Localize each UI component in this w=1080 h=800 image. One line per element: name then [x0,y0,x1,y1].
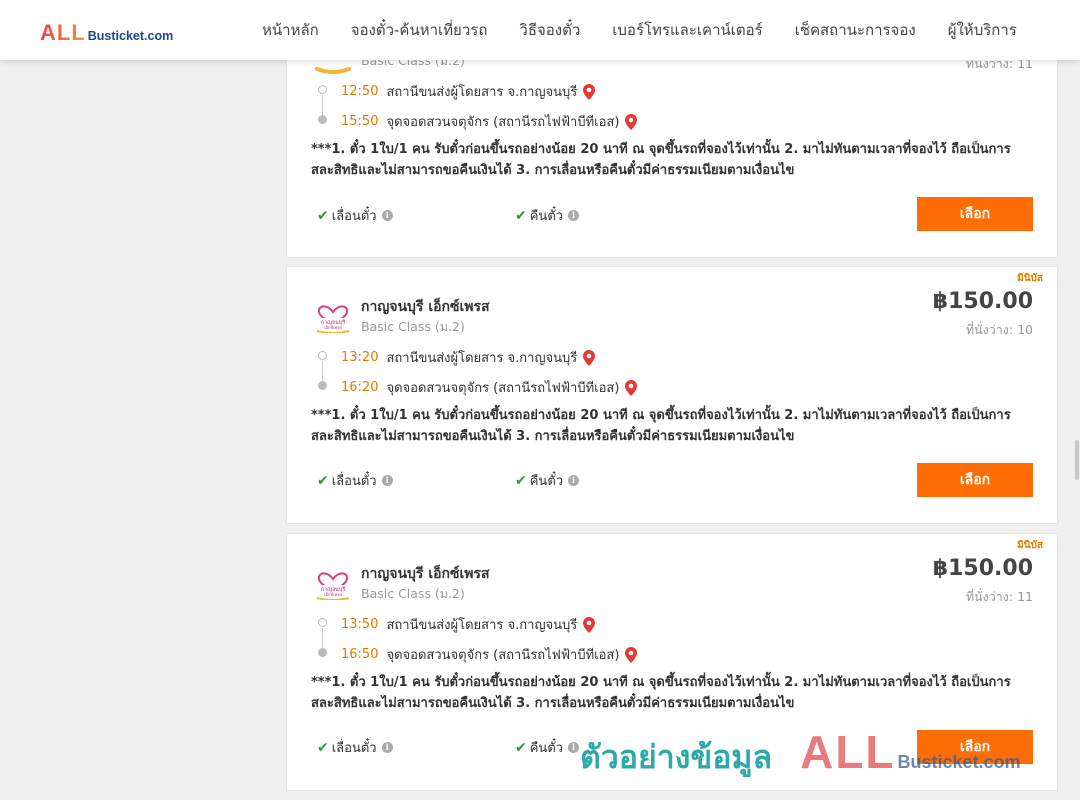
nav-operators[interactable]: ผู้ให้บริการ [948,18,1017,42]
nav-phone-counters[interactable]: เบอร์โทรและเคาน์เตอร์ [612,18,762,42]
select-trip-button[interactable]: เลือก [917,730,1033,764]
departure-dot [318,351,327,360]
check-icon: ✔ [317,207,329,224]
feature-change-label: เลื่อนตั๋ว [331,209,377,224]
trip-conditions: ***1. ตั๋ว 1ใบ/1 คน รับตั๋วก่อนขึ้นรถอย่… [311,408,1011,444]
feature-refund-label: คืนตั๋ว [529,474,564,489]
map-pin-icon[interactable] [625,113,638,130]
arrival-stop: 16:20 จุดจอดสวนจตุจักร (สถานีรถไฟฟ้าบีที… [341,377,638,398]
info-icon[interactable]: i [381,742,393,753]
operator-name: กาญจนบุรี เอ็กซ์เพรส [361,566,490,582]
feature-refund-label: คืนตั๋ว [529,741,564,756]
site-header: ALL Busticket.com หน้าหลัก จองตั๋ว-ค้นหา… [0,0,1080,60]
map-pin-icon[interactable] [583,616,596,633]
select-trip-button[interactable]: เลือก [917,463,1033,497]
logo-sub-text: Busticket.com [87,29,174,43]
check-icon: ✔ [317,472,329,489]
info-icon[interactable]: i [381,210,393,221]
departure-place: สถานีขนส่งผู้โดยสาร จ.กาญจนบุรี [386,85,578,100]
arrival-place: จุดจอดสวนจตุจักร (สถานีรถไฟฟ้าบีทีเอส) [386,648,620,663]
trip-conditions: ***1. ตั๋ว 1ใบ/1 คน รับตั๋วก่อนขึ้นรถอย่… [311,675,1011,711]
check-icon: ✔ [515,472,527,489]
arrival-time: 16:20 [341,380,379,395]
arrival-stop: 15:50 จุดจอดสวนจตุจักร (สถานีรถไฟฟ้าบีที… [341,111,638,132]
trip-price: ฿150.00 [932,556,1033,581]
logo-main-text: ALL [40,20,86,45]
vehicle-type-badge: มินิบัส [1017,540,1043,551]
feature-change-label: เลื่อนตั๋ว [331,474,377,489]
trip-conditions: ***1. ตั๋ว 1ใบ/1 คน รับตั๋วก่อนขึ้นรถอย่… [311,142,1011,178]
trip-card: มินิบัส กาญจนบุรี เอ็กซ์เพรส กาญจนบุรี เ… [286,266,1058,524]
arrival-place: จุดจอดสวนจตุจักร (สถานีรถไฟฟ้าบีทีเอส) [386,115,620,130]
seats-available: ที่นั่งว่าง: 11 [965,589,1033,604]
site-logo[interactable]: ALL Busticket.com [40,20,173,46]
map-pin-icon[interactable] [583,83,596,100]
arrival-place: จุดจอดสวนจตุจักร (สถานีรถไฟฟ้าบีทีเอส) [386,381,620,396]
nav-home[interactable]: หน้าหลัก [262,18,319,42]
departure-time: 13:20 [341,350,379,365]
arrival-time: 15:50 [341,114,379,129]
nav-check-status[interactable]: เช็คสถานะการจอง [795,18,916,42]
departure-time: 13:50 [341,617,379,632]
feature-change-label: เลื่อนตั๋ว [331,741,377,756]
operator-logo: กาญจนบุรี เอ็กซ์เพรส [316,572,350,600]
check-icon: ✔ [515,739,527,756]
trip-card: มินิบัส กาญจนบุรี เอ็กซ์เพรส กาญจนบุรี เ… [286,533,1058,791]
departure-time: 12:50 [341,84,379,99]
feature-change-ticket: ✔ เลื่อนตั๋ว i [317,470,393,491]
info-icon[interactable]: i [568,210,580,221]
departure-dot [318,618,327,627]
nav-book-search[interactable]: จองตั๋ว-ค้นหาเที่ยวรถ [351,18,488,42]
feature-refund-ticket: ✔ คืนตั๋ว i [515,737,580,758]
nav-how-to-book[interactable]: วิธีจองตั๋ว [519,18,580,42]
operator-logo: กาญจนบุรี เอ็กซ์เพรส [316,305,350,333]
arrival-dot [318,115,327,124]
select-trip-button[interactable]: เลือก [917,197,1033,231]
arrival-time: 16:50 [341,647,379,662]
departure-place: สถานีขนส่งผู้โดยสาร จ.กาญจนบุรี [386,618,578,633]
trip-price: ฿150.00 [932,289,1033,314]
departure-stop: 13:50 สถานีขนส่งผู้โดยสาร จ.กาญจนบุรี [341,614,596,635]
feature-change-ticket: ✔ เลื่อนตั๋ว i [317,205,393,226]
departure-stop: 12:50 สถานีขนส่งผู้โดยสาร จ.กาญจนบุรี [341,81,596,102]
trip-class: Basic Class (ม.2) [361,319,465,334]
svg-text:เอ็กซ์เพรส: เอ็กซ์เพรส [324,591,342,597]
check-icon: ✔ [515,207,527,224]
arrival-dot [318,381,327,390]
info-icon[interactable]: i [568,475,580,486]
map-pin-icon[interactable] [583,349,596,366]
feature-change-ticket: ✔ เลื่อนตั๋ว i [317,737,393,758]
feature-refund-label: คืนตั๋ว [529,209,564,224]
trip-class: Basic Class (ม.2) [361,586,465,601]
map-pin-icon[interactable] [625,379,638,396]
info-icon[interactable]: i [381,475,393,486]
svg-text:เอ็กซ์เพรส: เอ็กซ์เพรส [324,324,342,330]
seats-available: ที่นั่งว่าง: 10 [965,322,1033,337]
departure-stop: 13:20 สถานีขนส่งผู้โดยสาร จ.กาญจนบุรี [341,347,596,368]
feature-refund-ticket: ✔ คืนตั๋ว i [515,205,580,226]
feature-refund-ticket: ✔ คืนตั๋ว i [515,470,580,491]
page-scrollbar[interactable] [1074,0,1080,800]
operator-name: กาญจนบุรี เอ็กซ์เพรส [361,299,490,315]
departure-place: สถานีขนส่งผู้โดยสาร จ.กาญจนบุรี [386,351,578,366]
scrollbar-thumb[interactable] [1075,440,1079,480]
map-pin-icon[interactable] [625,646,638,663]
main-nav: หน้าหลัก จองตั๋ว-ค้นหาเที่ยวรถ วิธีจองตั… [246,0,1033,60]
departure-dot [318,85,327,94]
arrival-dot [318,648,327,657]
info-icon[interactable]: i [568,742,580,753]
check-icon: ✔ [317,739,329,756]
arrival-stop: 16:50 จุดจอดสวนจตุจักร (สถานีรถไฟฟ้าบีที… [341,644,638,665]
vehicle-type-badge: มินิบัส [1017,273,1043,284]
